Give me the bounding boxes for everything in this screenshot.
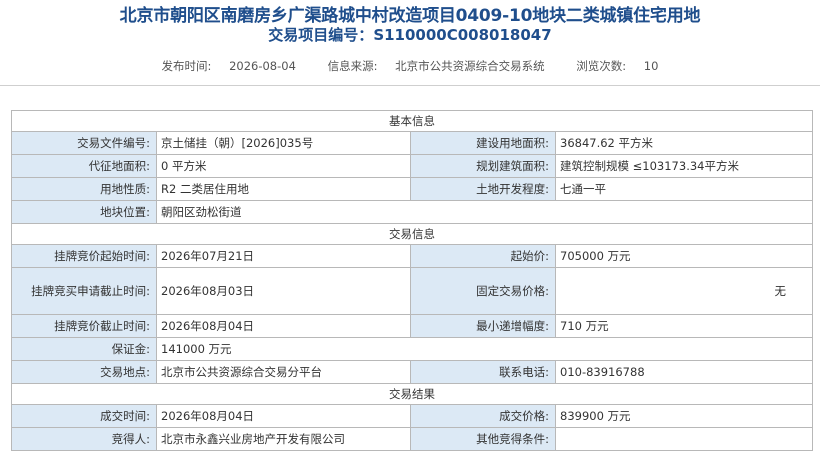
apply-end-value: 2026年08月03日	[156, 267, 411, 315]
build-area-value: 36847.62 平方米	[555, 131, 813, 155]
doc-no-value: 京土储挂（朝）[2026]035号	[156, 131, 411, 155]
table-row: 成交时间: 2026年08月04日 成交价格: 839900 万元	[11, 404, 813, 428]
bid-start-label: 挂牌竞价起始时间:	[11, 244, 157, 268]
header-divider	[0, 85, 820, 86]
other-conditions-label: 其他竞得条件:	[410, 427, 556, 451]
views-count: 10	[643, 59, 659, 73]
fixed-price-label: 固定交易价格:	[410, 267, 556, 315]
location-value: 朝阳区劲松街道	[156, 200, 813, 224]
table-row: 竞得人: 北京市永鑫兴业房地产开发有限公司 其他竞得条件:	[11, 427, 813, 451]
views-info: 浏览次数: 10	[576, 59, 659, 73]
deal-time-value: 2026年08月04日	[156, 404, 411, 428]
other-conditions-value	[555, 427, 813, 451]
section-row-result: 交易结果	[11, 383, 813, 405]
page-title: 北京市朝阳区南磨房乡广渠路城中村改造项目0409-10地块二类城镇住宅用地	[119, 6, 701, 26]
dev-level-label: 土地开发程度:	[410, 177, 556, 201]
deposit-value: 141000 万元	[156, 337, 813, 361]
table-row: 地块位置: 朝阳区劲松街道	[11, 200, 813, 224]
section-title-trade: 交易信息	[11, 223, 813, 245]
bid-end-label: 挂牌竞价截止时间:	[11, 314, 157, 338]
table-row: 用地性质: R2 二类居住用地 土地开发程度: 七通一平	[11, 177, 813, 201]
project-number: 交易项目编号：S110000C008018047	[0, 24, 820, 46]
proxy-area-label: 代征地面积:	[11, 154, 157, 178]
info-table: 基本信息 交易文件编号: 京土储挂（朝）[2026]035号 建设用地面积: 3…	[11, 110, 813, 451]
winner-label: 竞得人:	[11, 427, 157, 451]
table-row: 交易文件编号: 京土储挂（朝）[2026]035号 建设用地面积: 36847.…	[11, 131, 813, 155]
deal-time-label: 成交时间:	[11, 404, 157, 428]
section-title-result: 交易结果	[11, 383, 813, 405]
deal-price-label: 成交价格:	[410, 404, 556, 428]
increment-value: 710 万元	[555, 314, 813, 338]
section-row-trade: 交易信息	[11, 223, 813, 245]
project-number-label: 交易项目编号：	[268, 26, 374, 44]
table-row: 挂牌竞价起始时间: 2026年07月21日 起始价: 705000 万元	[11, 244, 813, 268]
meta-line: 发布时间: 2026-08-04 信息来源: 北京市公共资源综合交易系统 浏览次…	[0, 55, 820, 77]
venue-value: 北京市公共资源综合交易分平台	[156, 360, 411, 384]
increment-label: 最小递增幅度:	[410, 314, 556, 338]
location-label: 地块位置:	[11, 200, 157, 224]
land-use-label: 用地性质:	[11, 177, 157, 201]
dev-level-value: 七通一平	[555, 177, 813, 201]
phone-value: 010-83916788	[555, 360, 813, 384]
build-area-label: 建设用地面积:	[410, 131, 556, 155]
deal-price-value: 839900 万元	[555, 404, 813, 428]
bid-end-value: 2026年08月04日	[156, 314, 411, 338]
bid-start-value: 2026年07月21日	[156, 244, 411, 268]
section-row-basic: 基本信息	[11, 110, 813, 132]
section-title-basic: 基本信息	[11, 110, 813, 132]
source-value: 北京市公共资源综合交易系统	[395, 59, 545, 73]
proxy-area-value: 0 平方米	[156, 154, 411, 178]
start-price-value: 705000 万元	[555, 244, 813, 268]
plan-area-value: 建筑控制规模 ≤103173.34平方米	[555, 154, 813, 178]
plan-area-label: 规划建筑面积:	[410, 154, 556, 178]
doc-no-label: 交易文件编号:	[11, 131, 157, 155]
table-row: 挂牌竞价截止时间: 2026年08月04日 最小递增幅度: 710 万元	[11, 314, 813, 338]
page-header: 北京市朝阳区南磨房乡广渠路城中村改造项目0409-10地块二类城镇住宅用地 交易…	[0, 0, 820, 86]
table-row: 交易地点: 北京市公共资源综合交易分平台 联系电话: 010-83916788	[11, 360, 813, 384]
info-table-wrap: 基本信息 交易文件编号: 京土储挂（朝）[2026]035号 建设用地面积: 3…	[11, 110, 813, 451]
table-row: 保证金: 141000 万元	[11, 337, 813, 361]
publish-date: 2026-08-04	[229, 59, 296, 73]
start-price-label: 起始价:	[410, 244, 556, 268]
apply-end-label: 挂牌竞买申请截止时间:	[11, 267, 157, 315]
publish-info: 发布时间: 2026-08-04	[161, 59, 296, 73]
winner-value: 北京市永鑫兴业房地产开发有限公司	[156, 427, 411, 451]
phone-label: 联系电话:	[410, 360, 556, 384]
table-row: 挂牌竞买申请截止时间: 2026年08月03日 固定交易价格: 无	[11, 267, 813, 315]
venue-label: 交易地点:	[11, 360, 157, 384]
deposit-label: 保证金:	[11, 337, 157, 361]
land-use-value: R2 二类居住用地	[156, 177, 411, 201]
source-info: 信息来源: 北京市公共资源综合交易系统	[327, 59, 545, 73]
fixed-price-value: 无	[555, 267, 813, 315]
project-number-value: S110000C008018047	[373, 26, 552, 44]
table-row: 代征地面积: 0 平方米 规划建筑面积: 建筑控制规模 ≤103173.34平方…	[11, 154, 813, 178]
